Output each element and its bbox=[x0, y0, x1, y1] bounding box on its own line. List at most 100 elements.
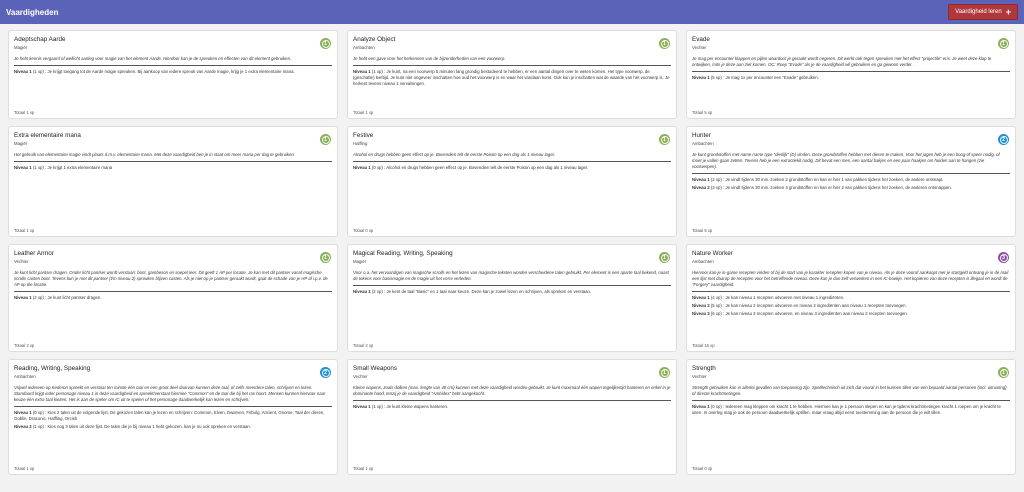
skill-total: Totaal 2 xp bbox=[14, 343, 35, 348]
skill-description: Je mag per encounter klappen en pijlen w… bbox=[692, 56, 1010, 72]
level-text: (1 xp) : Je kunt kleine wapens hanteren. bbox=[370, 403, 449, 409]
skill-category: Ambachten bbox=[692, 140, 714, 146]
skill-total: Totaal 1 xp bbox=[14, 466, 35, 471]
level-label: Niveau 1 bbox=[14, 409, 32, 415]
skill-description: Je kunt grondstoffen met name name type … bbox=[692, 152, 1010, 174]
skill-levels: Niveau 1 (2 xp) : Je kunt licht pantser … bbox=[14, 295, 332, 303]
skill-name: Adeptschap Aarde bbox=[14, 36, 66, 43]
skill-description: Je hebt een gave voor het herkennen van … bbox=[353, 56, 671, 66]
skill-levels: Niveau 1 (1 xp) : Je kunt kleine wapens … bbox=[353, 404, 671, 412]
skill-name: Reading, Writing, Speaking bbox=[14, 365, 91, 372]
skill-level: Niveau 3 (6 xp) : Je kan niveau 3 recept… bbox=[692, 311, 1010, 317]
skill-level: Niveau 1 (2 xp) : Je vindt tijdens 30 mi… bbox=[692, 177, 1010, 183]
level-text: (2 xp) : Je kunt licht pantser dragen. bbox=[31, 294, 102, 300]
skill-category: Magiër bbox=[14, 44, 28, 50]
skill-level: Niveau 1 (1 xp) : Je krijgt toegang tot … bbox=[14, 69, 332, 75]
skill-levels: Niveau 1 (2 xp) : Je vindt tijdens 30 mi… bbox=[692, 177, 1010, 193]
skill-category: Vechter bbox=[692, 373, 707, 379]
learn-skill-button[interactable]: Vaardigheid leren + bbox=[948, 4, 1018, 20]
skill-total: Totaal 0 xp bbox=[353, 228, 374, 233]
skill-levels: Niveau 1 (0 xp) : Alcohol en drugs hebbe… bbox=[353, 165, 671, 173]
skill-levels: Niveau 1 (1 xp) : Je krijgt 1 extra elem… bbox=[14, 165, 332, 173]
skill-total: Totaal 1 xp bbox=[14, 110, 35, 115]
skill-level: Niveau 1 (2 xp) : Je kunt licht pantser … bbox=[14, 295, 332, 301]
skill-total: Totaal 15 xp bbox=[692, 343, 715, 348]
skill-level: Niveau 1 (0 xp) : Alcohol en drugs hebbe… bbox=[353, 165, 671, 171]
level-badge: 1 bbox=[659, 252, 670, 263]
level-text: (5 xp) : Je kan niveau 2 recepten uitvoe… bbox=[709, 302, 907, 308]
skill-category: Vechter bbox=[692, 44, 707, 50]
skill-card[interactable]: Extra elementaire mana Magiër 1 Het gebruik… bbox=[8, 126, 338, 237]
skill-level: Niveau 2 (1 xp) : Kies nog 3 talen uit d… bbox=[14, 424, 332, 430]
skill-level: Niveau 1 (1 xp) : Je kunt, na een voorwe… bbox=[353, 69, 671, 87]
skill-category: Ambachten bbox=[353, 44, 375, 50]
skill-total: Totaal 1 xp bbox=[353, 466, 374, 471]
skill-name: Analyze Object bbox=[353, 36, 396, 43]
skill-level: Niveau 1 (4 xp) : Je kan niveau 1 recept… bbox=[692, 295, 1010, 301]
skill-total: Totaal 0 xp bbox=[692, 466, 713, 471]
level-text: (6 xp) : Je kan niveau 3 recepten uitvoe… bbox=[709, 310, 908, 316]
skill-card[interactable]: Magical Reading, Writing, Speaking Magiër… bbox=[347, 244, 677, 352]
level-badge: 1 bbox=[998, 367, 1009, 378]
level-text: (3 xp) : Je vindt tijdens 30 min. zoeken… bbox=[709, 184, 952, 190]
level-badge: 1 bbox=[320, 134, 331, 145]
skill-total: Totaal 5 xp bbox=[692, 228, 713, 233]
level-label: Niveau 1 bbox=[353, 68, 371, 74]
skill-description: Vrijwel iedereen op Kederon spreekt en v… bbox=[14, 385, 332, 407]
level-label: Niveau 1 bbox=[353, 403, 371, 409]
level-text: (0 xp) : Iedereen mag kleppen om kracht … bbox=[692, 403, 1001, 415]
skill-card[interactable]: Adeptschap Aarde Magiër 1 Je hebt kennis ve… bbox=[8, 30, 338, 119]
plus-icon: + bbox=[1005, 6, 1011, 17]
level-text: (1 xp) : Kies nog 3 talen uit deze lijst… bbox=[31, 423, 251, 429]
skill-name: Extra elementaire mana bbox=[14, 132, 81, 139]
level-text: (2 xp) : Je vindt tijdens 30 min. zoeken… bbox=[709, 176, 944, 182]
level-text: (0 xp) : Alcohol en drugs hebben geen ef… bbox=[370, 164, 589, 170]
skill-card[interactable]: Festive Halfling 1 Alcohol en drugs hebben … bbox=[347, 126, 677, 237]
skill-card[interactable]: Small Weapons Vechter 1 Kleine wapens, zoal… bbox=[347, 359, 677, 475]
skill-levels: Niveau 1 (0 xp) : Kies 2 talen uit de vo… bbox=[14, 410, 332, 432]
level-label: Niveau 1 bbox=[353, 288, 371, 294]
level-text: (4 xp) : Je kan niveau 1 recepten uitvoe… bbox=[709, 294, 845, 300]
skill-description: Je kunt licht pantser dragen. Onder lich… bbox=[14, 270, 332, 292]
level-text: (0 xp) : Kies 2 talen uit de volgende li… bbox=[14, 409, 325, 421]
level-badge: 1 bbox=[998, 38, 1009, 49]
skill-level: Niveau 1 (5 xp) : Je mag 1x per encounte… bbox=[692, 75, 1010, 81]
skill-card[interactable]: Hunter Ambachten 2 Je kunt grondstoffen met… bbox=[686, 126, 1016, 237]
level-text: (1 xp) : Je krijgt 1 extra elementaire m… bbox=[31, 164, 113, 170]
skill-category: Ambachten bbox=[692, 258, 714, 264]
level-badge: 2 bbox=[320, 367, 331, 378]
skill-card[interactable]: Analyze Object Ambachten 1 Je hebt een gave… bbox=[347, 30, 677, 119]
level-label: Niveau 1 bbox=[353, 164, 371, 170]
level-badge: 1 bbox=[659, 38, 670, 49]
skill-name: Magical Reading, Writing, Speaking bbox=[353, 250, 453, 257]
skill-card[interactable]: Nature Worker Ambachten 3 Hiervoor kan je i… bbox=[686, 244, 1016, 352]
header-bar: Vaardigheden Vaardigheid leren + bbox=[0, 0, 1024, 24]
level-badge: 3 bbox=[998, 252, 1009, 263]
level-badge: 1 bbox=[320, 38, 331, 49]
level-label: Niveau 2 bbox=[692, 302, 710, 308]
skill-description: Alcohol en drugs hebben geen effect op j… bbox=[353, 152, 671, 162]
skill-levels: Niveau 1 (1 xp) : Je kunt, na een voorwe… bbox=[353, 69, 671, 89]
skill-description: Je hebt kennis vergaard of wellicht aanl… bbox=[14, 56, 332, 66]
skill-levels: Niveau 1 (0 xp) : Iedereen mag kleppen o… bbox=[692, 404, 1010, 418]
skill-name: Hunter bbox=[692, 132, 711, 139]
skill-card[interactable]: Strength Vechter 1 Strength gebruiken kan i… bbox=[686, 359, 1016, 475]
skill-total: Totaal 1 xp bbox=[14, 228, 35, 233]
skill-card[interactable]: Evade Vechter 1 Je mag per encounter klappe… bbox=[686, 30, 1016, 119]
level-label: Niveau 1 bbox=[692, 176, 710, 182]
level-label: Niveau 1 bbox=[14, 294, 32, 300]
skill-card[interactable]: Leather Armor Vechter 1 Je kunt licht pants… bbox=[8, 244, 338, 352]
skill-level: Niveau 1 (1 xp) : Je krijgt 1 extra elem… bbox=[14, 165, 332, 171]
skill-levels: Niveau 1 (4 xp) : Je kan niveau 1 recept… bbox=[692, 295, 1010, 319]
level-badge: 1 bbox=[320, 252, 331, 263]
skill-level: Niveau 1 (0 xp) : Kies 2 talen uit de vo… bbox=[14, 410, 332, 422]
level-label: Niveau 2 bbox=[692, 184, 710, 190]
level-text: (5 xp) : Je mag 1x per encounter een “Ev… bbox=[709, 74, 819, 80]
skill-card[interactable]: Reading, Writing, Speaking Ambachten 2 Vrij… bbox=[8, 359, 338, 475]
level-badge: 2 bbox=[998, 134, 1009, 145]
skill-total: Totaal 1 xp bbox=[353, 110, 374, 115]
skill-level: Niveau 1 (1 xp) : Je kunt kleine wapens … bbox=[353, 404, 671, 410]
skill-category: Halfling bbox=[353, 140, 368, 146]
skill-description: Voor o.a. het vervaardigen van magische … bbox=[353, 270, 671, 286]
page-title: Vaardigheden bbox=[6, 7, 59, 17]
